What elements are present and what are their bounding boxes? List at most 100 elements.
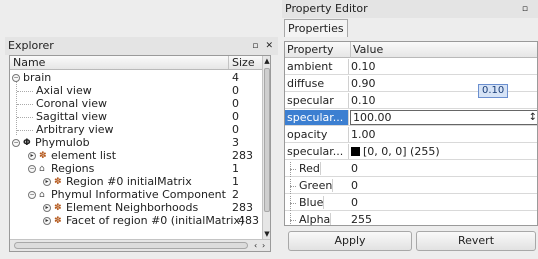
tree-label: Element Neighborhoods: [66, 201, 199, 214]
tree-label: Phymulob: [35, 136, 90, 149]
property-row-opacity[interactable]: opacity 1.00: [285, 127, 537, 143]
column-header-name[interactable]: Name: [13, 56, 45, 69]
edit-value: 100.00: [353, 111, 392, 124]
tree-row-regions[interactable]: − ⌂ Regions 1: [10, 163, 264, 175]
property-value[interactable]: 0.90: [351, 76, 376, 91]
component-icon: ✽: [54, 203, 62, 213]
expand-icon[interactable]: ▸: [43, 204, 51, 212]
specular-power-input[interactable]: 100.00 ↕: [350, 110, 537, 125]
spin-icon[interactable]: ↕: [529, 111, 537, 124]
property-value[interactable]: 0: [351, 161, 358, 176]
explorer-title: Explorer: [8, 39, 54, 52]
apply-button[interactable]: Apply: [288, 231, 412, 251]
tree-row-coronal-view[interactable]: Coronal view 0: [10, 98, 264, 110]
explorer-dock-buttons[interactable]: ▫ ✕: [252, 37, 275, 55]
property-name: Green: [285, 179, 334, 192]
float-icon[interactable]: ▫: [522, 0, 530, 18]
tree-size: 2: [232, 188, 239, 201]
property-row-ambient[interactable]: ambient 0.10: [285, 59, 537, 75]
property-value[interactable]: 0: [351, 195, 358, 210]
column-header-value[interactable]: Value: [350, 42, 383, 58]
explorer-tree[interactable]: Name Size − brain 4 Axial view 0 Coronal…: [9, 55, 271, 252]
scrollbar-thumb[interactable]: [264, 68, 270, 212]
property-editor-title: Property Editor: [285, 2, 368, 15]
property-table-header: Property Value: [285, 42, 537, 58]
scroll-up-icon[interactable]: ▲: [263, 57, 270, 65]
tree-label: Axial view: [36, 84, 92, 97]
property-value[interactable]: 255: [351, 212, 372, 225]
regions-icon: ⌂: [39, 164, 45, 174]
column-header-property[interactable]: Property: [287, 42, 334, 58]
property-name: Alpha: [285, 213, 332, 225]
tree-row-arbitrary-view[interactable]: Arbitrary view 0: [10, 124, 264, 136]
property-row-specular-power[interactable]: specular... 100.00 ↕: [285, 110, 537, 126]
tree-label: brain: [23, 71, 52, 84]
collapse-icon[interactable]: −: [28, 165, 36, 173]
tree-row-informative-component[interactable]: − ⌂ Phymul Informative Component 2: [10, 189, 264, 201]
column-header-size[interactable]: Size: [228, 56, 264, 69]
property-value[interactable]: 0.10: [351, 93, 376, 108]
property-name: specular...: [285, 144, 349, 159]
property-row-specular-color[interactable]: specular... [0, 0, 0] (255): [285, 144, 537, 160]
tree-rows: − brain 4 Axial view 0 Coronal view 0 Sa…: [10, 71, 264, 239]
tree-label: Facet of region #0 (initialMatrix): [66, 214, 245, 227]
tree-row-sagittal-view[interactable]: Sagittal view 0: [10, 111, 264, 123]
tree-label: Region #0 initialMatrix: [66, 175, 192, 188]
close-icon[interactable]: ✕: [265, 41, 275, 51]
property-table[interactable]: Property Value ambient 0.10 diffuse 0.90…: [284, 41, 538, 226]
tree-row-axial-view[interactable]: Axial view 0: [10, 85, 264, 97]
tree-size: 283: [232, 201, 253, 214]
tree-size: 0: [232, 84, 239, 97]
revert-button[interactable]: Revert: [416, 231, 536, 251]
tree-label: Coronal view: [36, 97, 108, 110]
horizontal-scrollbar[interactable]: ‹ ›: [10, 239, 270, 251]
scroll-left-icon[interactable]: ‹: [254, 241, 257, 250]
property-name: Red: [285, 162, 321, 175]
collapse-icon[interactable]: −: [12, 74, 20, 82]
tree-branch-line: [17, 130, 33, 131]
property-name: diffuse: [285, 76, 349, 91]
component-icon: ✽: [39, 151, 47, 161]
color-value: [0, 0, 0] (255): [363, 145, 440, 158]
tree-row-facet-region-0[interactable]: ▸ ✽ Facet of region #0 (initialMatrix) 4…: [10, 215, 264, 227]
tree-row-element-neighborhoods[interactable]: ▸ ✽ Element Neighborhoods 283: [10, 202, 264, 214]
tree-size: 1: [232, 175, 239, 188]
tree-row-element-list[interactable]: ▸ ✽ element list 283: [10, 150, 264, 162]
expand-icon[interactable]: ▸: [43, 217, 51, 225]
tree-size: 1: [232, 162, 239, 175]
tree-row-phymulob[interactable]: − Φ Phymulob 3: [10, 137, 264, 149]
property-value[interactable]: [0, 0, 0] (255): [351, 144, 440, 159]
property-value[interactable]: 0: [351, 178, 358, 193]
collapse-icon[interactable]: −: [28, 191, 36, 199]
tree-size: 3: [232, 136, 239, 149]
tree-row-region-0[interactable]: ▸ ✽ Region #0 initialMatrix 1: [10, 176, 264, 188]
tab-bar: Properties: [284, 19, 348, 37]
collapse-icon[interactable]: −: [12, 139, 20, 147]
property-value[interactable]: 1.00: [351, 127, 376, 142]
scroll-down-icon[interactable]: ▼: [263, 230, 270, 238]
property-row-green[interactable]: Green 0: [285, 178, 537, 194]
property-value[interactable]: 0.10: [351, 59, 376, 74]
property-editor-title-bar[interactable]: Property Editor ▫: [282, 0, 538, 18]
color-swatch: [351, 147, 360, 156]
vertical-scrollbar[interactable]: ▲ ▼: [262, 56, 270, 239]
explorer-title-bar[interactable]: Explorer ▫ ✕: [5, 37, 278, 55]
tree-branch-line: [17, 104, 33, 105]
tree-row-brain[interactable]: − brain 4: [10, 72, 264, 84]
tab-properties[interactable]: Properties: [284, 19, 348, 37]
expand-icon[interactable]: ▸: [28, 152, 36, 160]
float-icon[interactable]: ▫: [252, 41, 260, 51]
property-row-red[interactable]: Red 0: [285, 161, 537, 177]
phymulob-icon: Φ: [23, 138, 31, 148]
tree-size: 0: [232, 123, 239, 136]
component-icon: ✽: [54, 216, 62, 226]
property-row-blue[interactable]: Blue 0: [285, 195, 537, 211]
tree-label: Phymul Informative Component: [51, 188, 226, 201]
property-row-alpha[interactable]: Alpha 255: [285, 212, 537, 225]
tree-size: 483: [238, 214, 259, 227]
scrollbar-thumb[interactable]: [14, 242, 248, 249]
scroll-right-icon[interactable]: ›: [262, 241, 265, 250]
tree-size: 0: [232, 110, 239, 123]
component-icon: ✽: [54, 177, 62, 187]
expand-icon[interactable]: ▸: [43, 178, 51, 186]
